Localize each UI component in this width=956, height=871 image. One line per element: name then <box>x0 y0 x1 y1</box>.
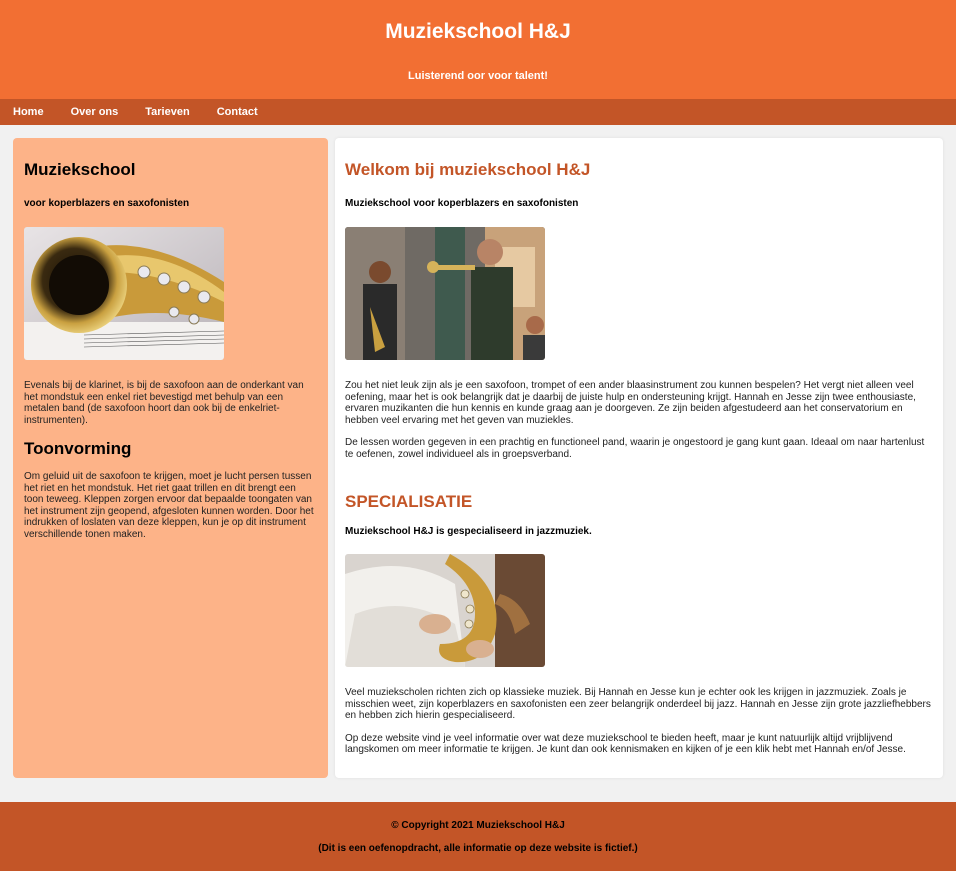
specialisatie-paragraph-1: Veel muziekscholen richten zich op klass… <box>345 687 931 721</box>
sidebar-paragraph-1: Evenals bij de klarinet, is bij de saxof… <box>24 380 304 426</box>
main-nav: Home Over ons Tarieven Contact <box>0 99 956 125</box>
welcome-subheading: Muziekschool voor koperblazers en saxofo… <box>345 198 579 209</box>
main-content: Welkom bij muziekschool H&J Muziekschool… <box>335 138 943 778</box>
nav-home[interactable]: Home <box>13 99 44 125</box>
saxophone-image <box>24 227 224 360</box>
saxophonist-image <box>345 554 545 667</box>
sidebar-heading-2: Toonvorming <box>24 439 132 458</box>
nav-over-ons[interactable]: Over ons <box>71 99 119 125</box>
footer-note: (Dit is een oefenopdracht, alle informat… <box>318 843 638 854</box>
welcome-paragraph-1: Zou het niet leuk zijn als je een saxofo… <box>345 380 916 426</box>
welcome-paragraph-2: De lessen worden gegeven in een prachtig… <box>345 437 925 460</box>
site-footer: © Copyright 2021 Muziekschool H&J (Dit i… <box>0 802 956 871</box>
specialisatie-paragraph-2: Op deze website vind je veel informatie … <box>345 732 906 756</box>
sidebar-heading: Muziekschool <box>24 160 136 179</box>
nav-tarieven[interactable]: Tarieven <box>145 99 189 125</box>
musicians-image <box>345 227 545 360</box>
site-header: Muziekschool H&J Luisterend oor voor tal… <box>0 0 956 99</box>
specialisatie-subheading: Muziekschool H&J is gespecialiseerd in j… <box>345 526 592 537</box>
site-title: Muziekschool H&J <box>385 20 571 43</box>
site-tagline: Luisterend oor voor talent! <box>408 70 548 82</box>
welcome-heading: Welkom bij muziekschool H&J <box>345 160 591 179</box>
sidebar-subheading: voor koperblazers en saxofonisten <box>24 198 190 209</box>
content-area: Muziekschool voor koperblazers en saxofo… <box>0 125 956 800</box>
footer-copyright: © Copyright 2021 Muziekschool H&J <box>391 820 565 831</box>
specialisatie-heading: SPECIALISATIE <box>345 492 473 511</box>
sidebar: Muziekschool voor koperblazers en saxofo… <box>13 138 328 778</box>
sidebar-paragraph-2: Om geluid uit de saxofoon te krijgen, mo… <box>24 471 314 540</box>
nav-contact[interactable]: Contact <box>217 99 258 125</box>
